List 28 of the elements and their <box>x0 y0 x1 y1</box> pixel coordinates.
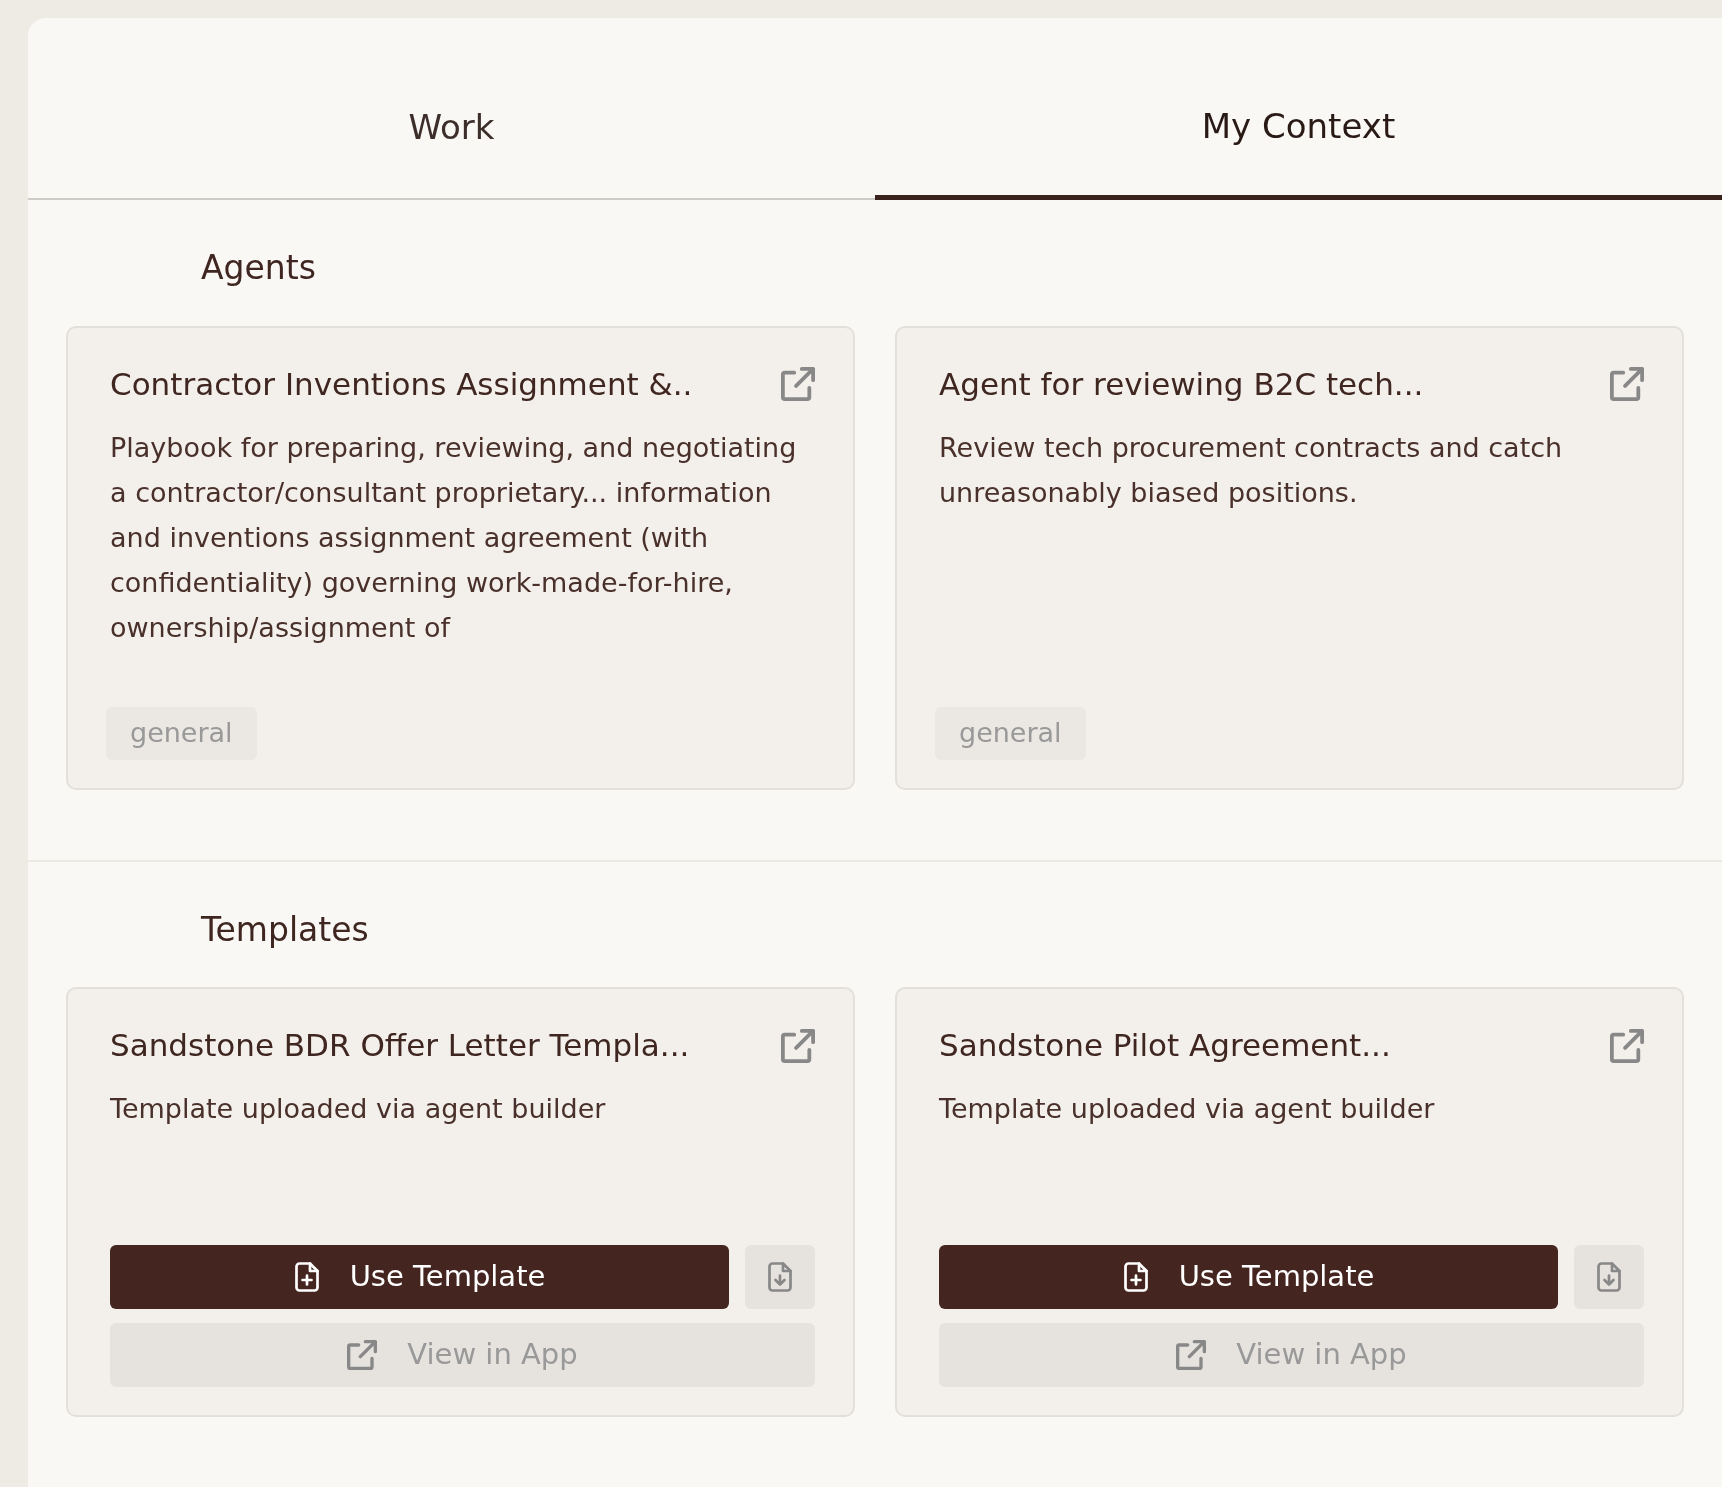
card-description: Template uploaded via agent builder <box>939 1092 1436 1127</box>
tag: general <box>106 707 257 760</box>
external-link-icon <box>347 1340 378 1371</box>
external-link-icon[interactable] <box>1610 367 1644 402</box>
external-link-icon[interactable] <box>781 1028 815 1063</box>
file-plus-icon <box>293 1262 320 1293</box>
card-description: Playbook for preparing, reviewing, and negotiating a contractor/consultant proprietary... information and inventions assignment agreement (with confidentiality) governing work-made-for-hire, ownership/assignment of <box>110 430 798 645</box>
use-template-button[interactable]: Use Template <box>939 1245 1558 1310</box>
external-link-icon[interactable] <box>1610 1028 1644 1063</box>
card-description: Template uploaded via agent builder <box>110 1092 607 1127</box>
card-title: Sandstone BDR Offer Letter Templa... <box>110 1027 690 1065</box>
file-plus-icon <box>1122 1262 1149 1293</box>
section-heading: Templates <box>200 908 370 950</box>
card-title: Agent for reviewing B2C tech... <box>939 365 1424 403</box>
file-download-icon <box>1596 1262 1622 1293</box>
card-title: Sandstone Pilot Agreement... <box>939 1027 1391 1065</box>
tab[interactable]: Work <box>28 18 875 200</box>
use-template-button[interactable]: Use Template <box>110 1245 729 1310</box>
section-heading: Agents <box>200 247 317 288</box>
card-description: Review tech procurement contracts and catch unreasonably biased positions. <box>939 430 1564 510</box>
external-link-icon <box>1176 1340 1207 1371</box>
file-download-icon <box>767 1262 793 1293</box>
tab[interactable]: My Context <box>875 18 1722 200</box>
tag: general <box>935 707 1086 760</box>
external-link-icon[interactable] <box>781 367 815 402</box>
download-button[interactable] <box>1574 1245 1644 1310</box>
download-button[interactable] <box>745 1245 815 1310</box>
card-title: Contractor Inventions Assignment &.. <box>110 365 693 403</box>
